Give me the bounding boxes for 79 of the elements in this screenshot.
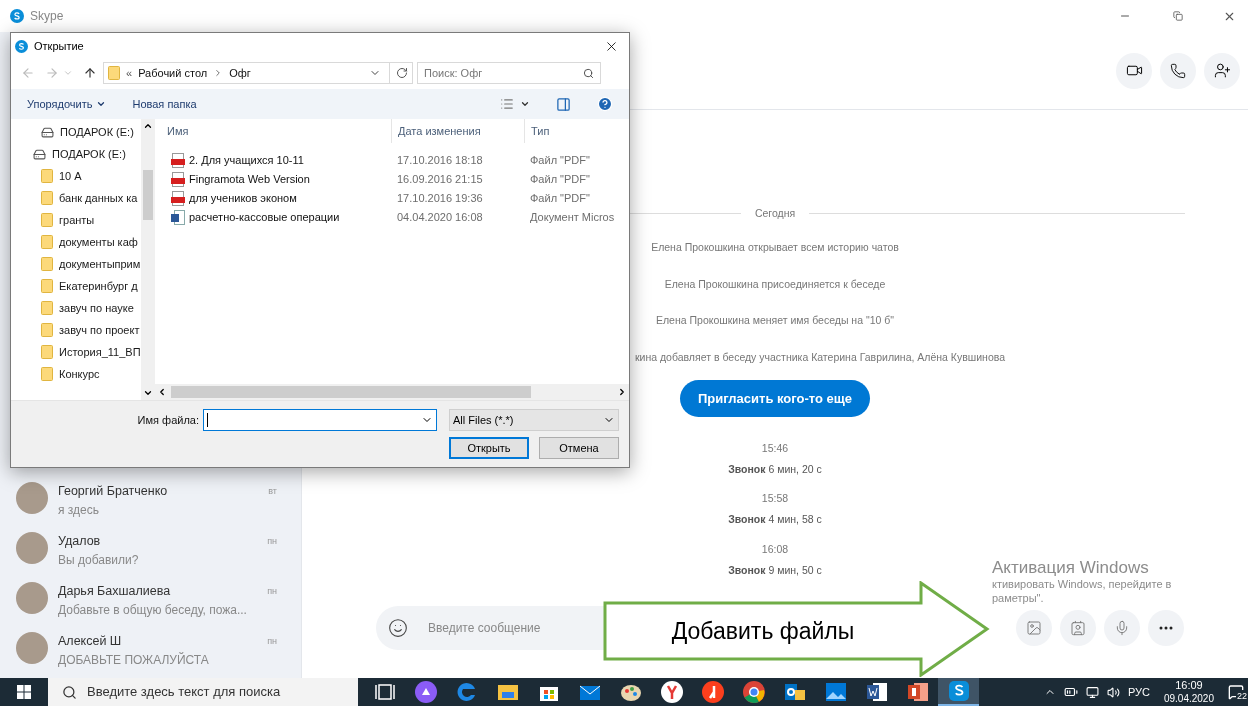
column-header[interactable]: Дата изменения bbox=[391, 119, 524, 143]
address-overflow: « bbox=[126, 65, 133, 81]
activation-watermark-title: Активация Windows bbox=[992, 558, 1149, 577]
folder-item[interactable]: 10 А bbox=[11, 165, 141, 187]
window-title: Skype bbox=[30, 8, 64, 25]
file-row[interactable]: 2. Для учащихся 10-11 17.10.2016 18:18 Файл "PDF" bbox=[155, 151, 629, 170]
activation-watermark-text: раметры". bbox=[992, 591, 1044, 605]
chat-time: вт bbox=[268, 484, 277, 498]
system-message: кина добавляет в беседу участника Катерина Гаврилина, Алёна Кувшинова bbox=[633, 350, 1006, 365]
cancel-button[interactable]: Отмена bbox=[539, 437, 619, 459]
dialog-title: Открытие bbox=[34, 38, 84, 54]
system-message: Елена Прокошкина открывает всем историю чатов bbox=[651, 239, 899, 255]
file-type-filter[interactable]: All Files (*.*) bbox=[449, 409, 619, 431]
file-date: 17.10.2016 19:36 bbox=[396, 191, 484, 207]
contact-name: Алексей Ш bbox=[58, 633, 123, 650]
search-field[interactable]: Поиск: Офг bbox=[417, 62, 601, 84]
file-type: Файл "PDF" bbox=[529, 172, 591, 188]
folder-item[interactable]: банк данных ка bbox=[11, 187, 141, 209]
address-bar[interactable]: « Рабочий стол Офг bbox=[103, 62, 413, 84]
chat-list-item[interactable]: Дарья Бахшалиева пн Добавьте в общую беседу, пожа... bbox=[0, 578, 301, 628]
file-row[interactable]: для учеников эконом 17.10.2016 19:36 Файл "PDF" bbox=[155, 189, 629, 208]
file-type: Файл "PDF" bbox=[529, 191, 591, 207]
breadcrumb-item[interactable]: Офг bbox=[229, 64, 251, 82]
message-preview: Вы добавили? bbox=[58, 551, 140, 569]
activation-watermark-text: ктивировать Windows, перейдите в bbox=[992, 577, 1172, 591]
file-name-label: Имя файла: bbox=[137, 412, 199, 428]
open-button[interactable]: Открыть bbox=[449, 437, 529, 459]
new-folder-button[interactable]: Новая папка bbox=[132, 95, 197, 113]
clock[interactable]: 16:09 09.04.2020 bbox=[1163, 679, 1214, 705]
file-date: 16.09.2016 21:15 bbox=[396, 172, 484, 188]
chat-time: пн bbox=[267, 534, 277, 548]
file-name: 2. Для учащихся 10-11 bbox=[189, 153, 304, 169]
file-type: Файл "PDF" bbox=[529, 153, 591, 169]
folder-item[interactable]: завуч по проект bbox=[11, 319, 141, 341]
call-time: 15:58 bbox=[761, 491, 789, 507]
taskbar-search-field[interactable]: Введите здесь текст для поиска bbox=[48, 678, 358, 706]
message-preview: Добавьте в общую беседу, пожа... bbox=[58, 601, 248, 619]
drive-item[interactable]: ПОДАРОК (E:) bbox=[11, 121, 141, 143]
file-name: Fingramota Web Version bbox=[189, 172, 310, 188]
contact-name: Дарья Бахшалиева bbox=[58, 583, 172, 600]
folder-item[interactable]: документыприм bbox=[11, 253, 141, 275]
file-date: 17.10.2016 18:18 bbox=[396, 153, 484, 169]
drive-item[interactable]: ПОДАРОК (E:) bbox=[11, 143, 141, 165]
system-message: Елена Прокошкина меняет имя беседы на "10 б" bbox=[656, 313, 894, 329]
file-name: расчетно-кассовые операции bbox=[189, 210, 340, 226]
organize-menu-button[interactable]: Упорядочить bbox=[27, 95, 107, 113]
chat-list-item[interactable]: Георгий Братченко вт я здесь bbox=[0, 478, 301, 528]
file-row[interactable]: Fingramota Web Version 16.09.2016 21:15 Файл "PDF" bbox=[155, 170, 629, 189]
message-preview: ДОБАВЬТЕ ПОЖАЛУЙСТА bbox=[58, 651, 210, 669]
contact-name: Георгий Братченко bbox=[58, 483, 169, 500]
call-summary: Звонок 9 мин, 50 с bbox=[728, 562, 822, 578]
call-summary: Звонок 6 мин, 20 с bbox=[728, 461, 822, 477]
folder-item[interactable]: гранты bbox=[11, 209, 141, 231]
chat-time: пн bbox=[267, 634, 277, 648]
column-header[interactable]: Имя bbox=[155, 119, 391, 143]
message-preview: я здесь bbox=[58, 501, 100, 519]
chat-list-item[interactable]: Удалов пн Вы добавили? bbox=[0, 528, 301, 578]
file-date: 04.04.2020 16:08 bbox=[396, 210, 484, 226]
chat-list-item[interactable]: Алексей Ш пн ДОБАВЬТЕ ПОЖАЛУЙСТА bbox=[0, 628, 301, 678]
call-summary: Звонок 4 мин, 58 с bbox=[728, 512, 822, 527]
input-language[interactable]: РУС bbox=[1127, 683, 1150, 701]
file-row[interactable]: расчетно-кассовые операции 04.04.2020 16:08 Документ Micros bbox=[155, 208, 629, 227]
breadcrumb-item[interactable]: Рабочий стол bbox=[138, 64, 208, 82]
folder-item[interactable]: документы каф bbox=[11, 231, 141, 253]
callout-text: Добавить файлы bbox=[671, 616, 855, 646]
system-message: Елена Прокошкина присоединяется к беседе bbox=[664, 276, 886, 292]
file-name: для учеников эконом bbox=[189, 191, 297, 207]
contact-name: Удалов bbox=[58, 533, 102, 550]
folder-item[interactable]: Екатеринбург д bbox=[11, 275, 141, 297]
folder-item[interactable]: завуч по науке bbox=[11, 297, 141, 319]
call-time: 16:08 bbox=[761, 541, 789, 557]
call-time: 15:46 bbox=[761, 440, 789, 456]
chat-time: пн bbox=[267, 584, 277, 598]
column-header[interactable]: Тип bbox=[524, 119, 629, 143]
invite-button[interactable]: Пригласить кого-то еще bbox=[680, 379, 870, 417]
file-type: Документ Micros bbox=[529, 210, 616, 226]
folder-item[interactable]: История_11_ВП bbox=[11, 341, 141, 363]
folder-item[interactable]: Конкурс bbox=[11, 363, 141, 385]
date-separator: Сегодня bbox=[754, 206, 796, 221]
